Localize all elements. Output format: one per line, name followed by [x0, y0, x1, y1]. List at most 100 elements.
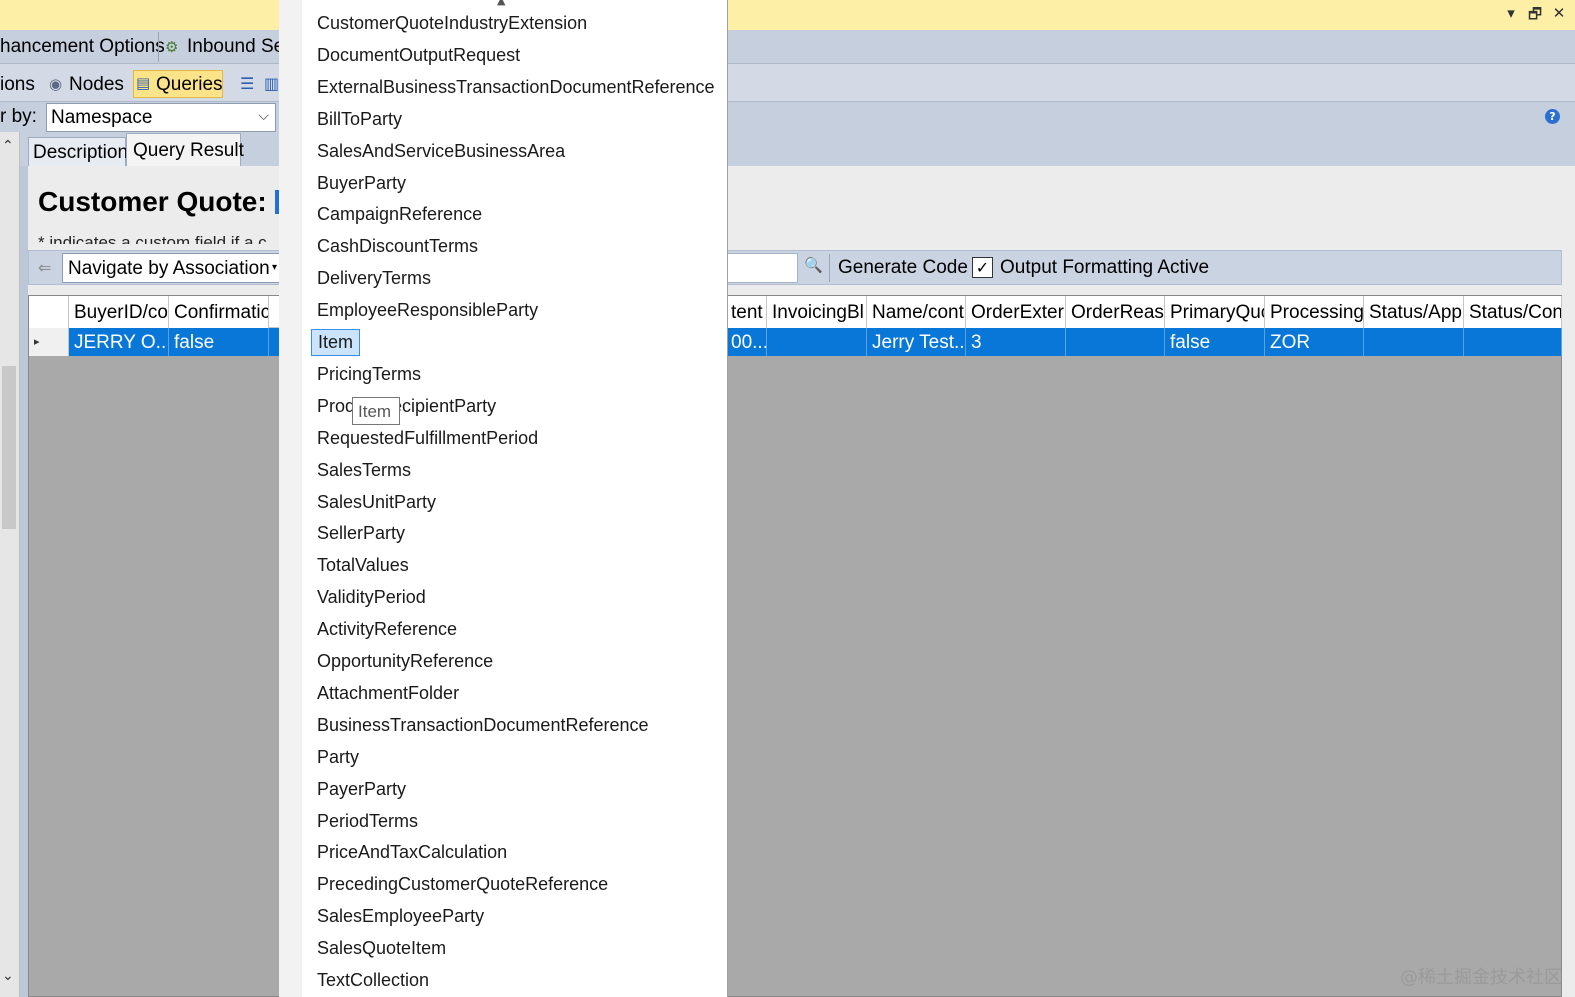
- dropdown-item[interactable]: CashDiscountTerms: [317, 236, 478, 257]
- column-header[interactable]: OrderReasc: [1066, 296, 1165, 328]
- title-strip: [0, 0, 1575, 30]
- column-header[interactable]: OrderExterr: [966, 296, 1066, 328]
- queries-icon: ▤: [136, 74, 151, 92]
- dropdown-item[interactable]: RequestedFulfillmentPeriod: [317, 428, 538, 449]
- association-search-input[interactable]: [728, 253, 798, 283]
- filter-label: r by:: [0, 106, 37, 127]
- namespace-value: Namespace: [51, 107, 153, 128]
- dropdown-item[interactable]: AttachmentFolder: [317, 683, 459, 704]
- custom-field-hint: * indicates a custom field if a c: [38, 233, 267, 244]
- grid-cell[interactable]: [1364, 328, 1464, 356]
- nodes-icon: ◉: [49, 75, 63, 93]
- output-formatting-label: Output Formatting Active: [1000, 257, 1210, 278]
- dropdown-item[interactable]: BuyerParty: [317, 173, 406, 194]
- namespace-select[interactable]: Namespace ⌵: [46, 103, 276, 132]
- column-header[interactable]: PrimaryQuc: [1165, 296, 1265, 328]
- output-formatting-checkbox[interactable]: ✓: [972, 257, 993, 278]
- dropdown-item[interactable]: TextCollection: [317, 970, 429, 991]
- tab-description[interactable]: Description: [28, 137, 128, 166]
- column-header[interactable]: Status/Con: [1464, 296, 1562, 328]
- dropdown-item[interactable]: DeliveryTerms: [317, 268, 431, 289]
- dropdown-item[interactable]: BusinessTransactionDocumentReference: [317, 715, 649, 736]
- dropdown-item[interactable]: PriceAndTaxCalculation: [317, 842, 507, 863]
- grid-cell[interactable]: [767, 328, 867, 356]
- restore-icon[interactable]: 🗗: [1527, 4, 1543, 29]
- dropdown-item[interactable]: PrecedingCustomerQuoteReference: [317, 874, 608, 895]
- page-title: Customer Quote:: [38, 186, 267, 217]
- tab-query-result[interactable]: Query Result: [126, 133, 244, 166]
- column-header[interactable]: InvoicingBl: [767, 296, 867, 328]
- scroll-thumb[interactable]: [2, 366, 16, 529]
- detail-view-icon[interactable]: ▥: [264, 74, 279, 93]
- tooltip: Item: [352, 397, 400, 425]
- dropdown-item[interactable]: Item: [311, 329, 361, 356]
- back-arrow-icon[interactable]: ⇐: [38, 258, 51, 277]
- list-view-icon[interactable]: ☰: [240, 74, 254, 93]
- scroll-down-icon[interactable]: ⌄: [2, 968, 14, 984]
- grid-cell[interactable]: ZOR: [1265, 328, 1364, 356]
- inbound-service-button[interactable]: Inbound Se: [187, 36, 284, 58]
- grid-cell[interactable]: false: [169, 328, 269, 356]
- dropdown-item[interactable]: EmployeeResponsibleParty: [317, 300, 538, 321]
- dropdown-item[interactable]: SalesQuoteItem: [317, 938, 446, 959]
- inbound-service-icon: ⚙: [165, 38, 179, 56]
- generate-code-button[interactable]: Generate Code: [838, 257, 968, 279]
- dropdown-item[interactable]: Party: [317, 747, 359, 768]
- result-grid: [28, 295, 1562, 997]
- toolbar-row-2: [0, 64, 1575, 102]
- dropdown-item[interactable]: SalesEmployeeParty: [317, 906, 484, 927]
- queries-label: Queries: [156, 74, 223, 95]
- dropdown-item[interactable]: CampaignReference: [317, 204, 482, 225]
- window-controls: ▾ 🗗 ✕: [1503, 4, 1567, 29]
- column-header[interactable]: Name/cont: [867, 296, 966, 328]
- dropdown-item[interactable]: PayerParty: [317, 779, 406, 800]
- nodes-tab[interactable]: Nodes: [69, 74, 124, 96]
- toolbar-separator: [158, 32, 159, 62]
- navigate-mode-select[interactable]: Navigate by Association ▾: [62, 253, 280, 283]
- grid-cell[interactable]: [1464, 328, 1562, 356]
- left-scrollbar[interactable]: ⌃ ⌄: [0, 132, 20, 997]
- grid-cell[interactable]: 3: [966, 328, 1066, 356]
- dropdown-item[interactable]: SellerParty: [317, 523, 405, 544]
- dropdown-item[interactable]: CustomerQuoteIndustryExtension: [317, 13, 587, 34]
- dropdown-item[interactable]: OpportunityReference: [317, 651, 493, 672]
- search-icon[interactable]: 🔍: [804, 256, 823, 274]
- dropdown-item[interactable]: ValidityPeriod: [317, 587, 426, 608]
- scroll-up-icon[interactable]: ▲: [497, 0, 505, 7]
- dropdown-item[interactable]: ActivityReference: [317, 619, 457, 640]
- column-header[interactable]: Confirmatic: [169, 296, 269, 328]
- dropdown-item[interactable]: BillToParty: [317, 109, 402, 130]
- dropdown-item[interactable]: SalesAndServiceBusinessArea: [317, 141, 565, 162]
- close-icon[interactable]: ✕: [1551, 4, 1567, 29]
- grid-cell[interactable]: false: [1165, 328, 1265, 356]
- dropdown-item[interactable]: ExternalBusinessTransactionDocumentRefer…: [317, 77, 715, 98]
- dropdown-item[interactable]: ProductRecipientParty: [317, 396, 496, 417]
- dropdown-item[interactable]: PricingTerms: [317, 364, 421, 385]
- dropdown-arrow-icon[interactable]: ▾: [1503, 4, 1519, 29]
- chevron-down-icon: ⌵: [258, 108, 269, 124]
- scroll-up-icon[interactable]: ⌃: [2, 138, 14, 154]
- grid-cell[interactable]: Jerry Test...: [867, 328, 966, 356]
- dropdown-gutter: [279, 0, 302, 997]
- toolbar-separator: [829, 254, 830, 282]
- dropdown-triangle-icon: ▾: [271, 262, 277, 273]
- enhancement-options-button[interactable]: hancement Options: [0, 36, 165, 58]
- column-header[interactable]: BuyerID/co: [69, 296, 169, 328]
- help-icon[interactable]: ?: [1545, 109, 1560, 124]
- dropdown-item[interactable]: SalesTerms: [317, 460, 411, 481]
- navigate-mode-value: Navigate by Association: [68, 258, 270, 279]
- column-header[interactable]: tent: [726, 296, 767, 328]
- grid-cell[interactable]: JERRY O...: [69, 328, 169, 356]
- watermark: @稀土掘金技术社区: [1400, 967, 1562, 988]
- grid-cell[interactable]: 00...: [726, 328, 767, 356]
- dropdown-item[interactable]: DocumentOutputRequest: [317, 45, 520, 66]
- dropdown-item[interactable]: SalesUnitParty: [317, 492, 436, 513]
- row-header-corner: [29, 296, 69, 328]
- dropdown-item[interactable]: PeriodTerms: [317, 811, 418, 832]
- dropdown-item[interactable]: TotalValues: [317, 555, 409, 576]
- grid-cell[interactable]: [1066, 328, 1165, 356]
- row-pointer-icon[interactable]: ▸: [29, 328, 69, 356]
- column-header[interactable]: ProcessingT: [1265, 296, 1364, 328]
- column-header[interactable]: Status/App: [1364, 296, 1464, 328]
- options-tab[interactable]: ions: [0, 74, 35, 96]
